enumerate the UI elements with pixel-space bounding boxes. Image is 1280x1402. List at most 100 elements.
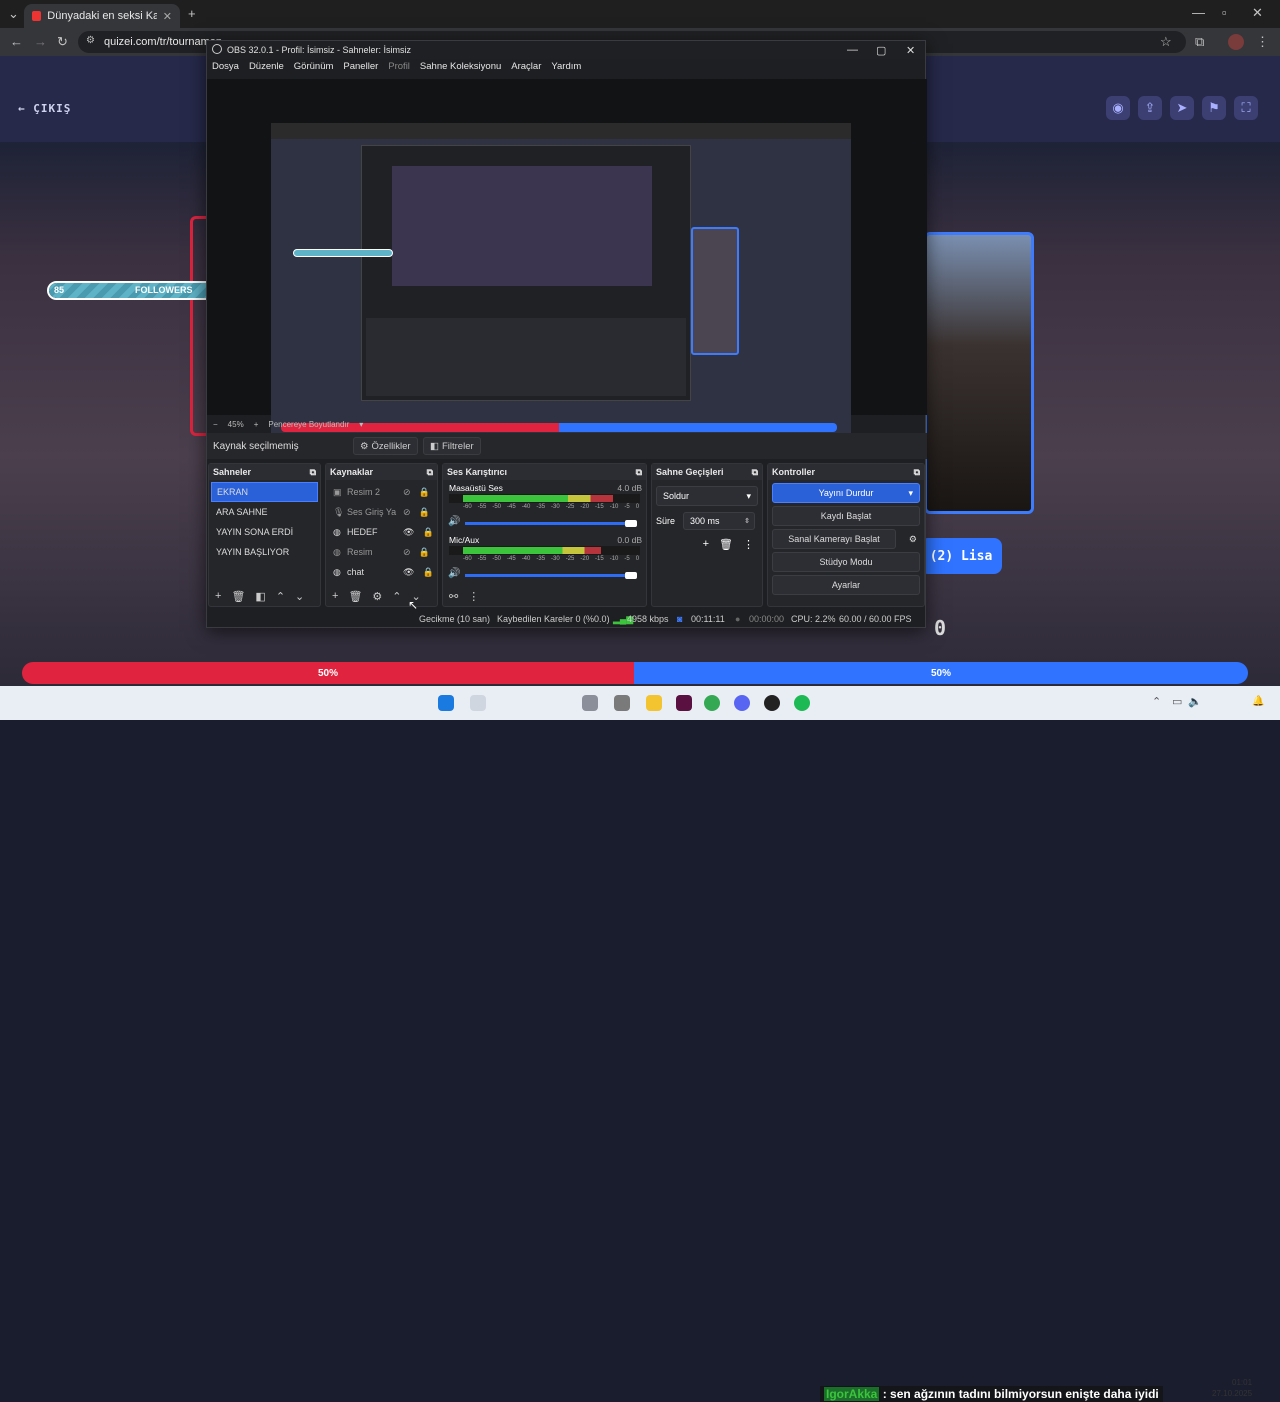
search-icon[interactable] [470, 695, 486, 711]
app-icon[interactable] [582, 695, 598, 711]
choice-button[interactable]: (2) Lisa [920, 538, 1002, 574]
volume-slider[interactable] [465, 522, 633, 525]
menu-sahne-koleksiyonu[interactable]: Sahne Koleksiyonu [420, 61, 501, 77]
reload-icon[interactable]: ↻ [57, 34, 68, 50]
bookmark-star-icon[interactable]: ☆ [1160, 34, 1172, 50]
lock-icon[interactable]: 🔒 [419, 487, 430, 498]
menu-araclar[interactable]: Araçlar [511, 61, 541, 77]
eye-hidden-icon[interactable]: ⊘ [403, 547, 411, 558]
source-item[interactable]: ◍ Resim ⊘ 🔒 [328, 542, 435, 562]
dock-undock-icon[interactable]: ⧉ [636, 467, 642, 478]
zoom-dropdown-icon[interactable]: ▾ [359, 420, 363, 429]
move-up-icon[interactable]: ⌃ [276, 590, 285, 603]
tab-list-icon[interactable]: ⌄ [8, 6, 19, 22]
more-icon[interactable]: ⋮ [743, 538, 754, 551]
scene-item[interactable]: ARA SAHNE [211, 502, 318, 522]
volume-icon[interactable]: 🔈 [1188, 695, 1202, 708]
eye-icon[interactable]: 👁 [403, 527, 414, 538]
gear-icon[interactable]: ⚙ [909, 534, 917, 545]
flag-icon[interactable]: ⚑ [1202, 96, 1226, 120]
menu-duzenle[interactable]: Düzenle [249, 61, 284, 77]
site-info-icon[interactable]: ⚙ [86, 35, 95, 46]
dock-undock-icon[interactable]: ⧉ [914, 467, 920, 478]
obs-preview[interactable] [207, 79, 927, 449]
folder-icon[interactable] [646, 695, 662, 711]
transition-select[interactable]: Soldur ▾ [656, 486, 758, 506]
scene-item[interactable]: EKRAN [211, 482, 318, 502]
studio-mode-button[interactable]: Stüdyo Modu [772, 552, 920, 572]
speaker-icon[interactable]: 🔊 [448, 516, 460, 527]
browser-tab[interactable]: Dünyadaki en seksi Kadın kim ... ✕ [24, 4, 180, 28]
close-window-icon[interactable]: ✕ [1252, 5, 1263, 21]
menu-profil[interactable]: Profil [388, 61, 410, 77]
link-icon[interactable]: ⚯ [449, 590, 458, 603]
chrome-icon[interactable] [704, 695, 720, 711]
exit-link[interactable]: ← ÇIKIŞ [18, 102, 71, 115]
trash-icon[interactable]: 🗑 [231, 590, 245, 603]
menu-yardim[interactable]: Yardım [551, 61, 581, 77]
add-icon[interactable]: + [215, 590, 221, 602]
filters-button[interactable]: ◧ Filtreler [423, 437, 481, 455]
zoom-in-icon[interactable]: + [254, 420, 259, 429]
spotify-icon[interactable] [794, 695, 810, 711]
source-item[interactable]: 🎙 Ses Giriş Ya ⊘ 🔒 [328, 502, 435, 522]
settings-button[interactable]: Ayarlar [772, 575, 920, 595]
scene-item[interactable]: YAYIN SONA ERDİ [211, 522, 318, 542]
close-tab-icon[interactable]: ✕ [163, 10, 172, 23]
duration-input[interactable]: 300 ms ⇳ [683, 512, 756, 530]
dock-undock-icon[interactable]: ⧉ [427, 467, 433, 478]
obs-minimize-icon[interactable]: — [847, 44, 858, 56]
windows-start-icon[interactable] [438, 695, 454, 711]
tray-icon[interactable]: ⌃ [1152, 695, 1161, 708]
menu-paneller[interactable]: Paneller [343, 61, 378, 77]
menu-gorunum[interactable]: Görünüm [294, 61, 334, 77]
right-choice-image[interactable] [924, 232, 1034, 514]
move-up-icon[interactable]: ⌃ [392, 590, 401, 603]
start-recording-button[interactable]: Kaydı Başlat [772, 506, 920, 526]
trash-icon[interactable]: 🗑 [719, 538, 733, 551]
move-down-icon[interactable]: ⌄ [295, 590, 304, 603]
taskview-icon[interactable] [614, 695, 630, 711]
maximize-icon[interactable]: ▫ [1222, 5, 1227, 20]
discord-icon[interactable] [734, 695, 750, 711]
lock-icon[interactable]: 🔒 [422, 567, 433, 578]
source-item[interactable]: ◍ HEDEF 👁 🔒 [328, 522, 435, 542]
obs-maximize-icon[interactable]: ▢ [876, 44, 886, 57]
share-icon[interactable]: ⇪ [1138, 96, 1162, 120]
add-icon[interactable]: + [703, 538, 709, 551]
notification-icon[interactable]: 🔔 [1252, 696, 1264, 707]
send-icon[interactable]: ➤ [1170, 96, 1194, 120]
obs-close-icon[interactable]: ✕ [906, 44, 915, 57]
extensions-icon[interactable]: ⧉ [1195, 34, 1204, 50]
chevron-down-icon[interactable]: ▾ [908, 488, 913, 499]
gear-icon[interactable]: ⚙ [372, 590, 382, 603]
properties-button[interactable]: ⚙ Özellikler [353, 437, 418, 455]
zoom-mode[interactable]: Pencereye Boyutlandır [268, 420, 349, 429]
dock-undock-icon[interactable]: ⧉ [752, 467, 758, 478]
clock[interactable]: 01:01 27.10.2025 [1212, 1377, 1252, 1399]
dock-undock-icon[interactable]: ⧉ [310, 467, 316, 478]
speaker-icon[interactable]: 🔊 [448, 568, 460, 579]
add-icon[interactable]: + [332, 590, 338, 602]
network-icon[interactable]: ▭ [1172, 695, 1182, 708]
eye-hidden-icon[interactable]: ⊘ [403, 507, 411, 518]
volume-slider-knob[interactable] [625, 520, 637, 527]
app-icon[interactable] [676, 695, 692, 711]
filter-icon[interactable]: ◧ [255, 590, 265, 603]
zoom-out-icon[interactable]: − [213, 420, 218, 429]
forward-icon[interactable]: → [34, 34, 47, 49]
eye-icon[interactable]: 👁 [403, 567, 414, 578]
lock-icon[interactable]: 🔒 [422, 527, 433, 538]
fullscreen-icon[interactable]: ⛶ [1234, 96, 1258, 120]
new-tab-icon[interactable]: + [188, 6, 196, 21]
source-item[interactable]: ▣ Resim 2 ⊘ 🔒 [328, 482, 435, 502]
volume-slider[interactable] [465, 574, 633, 577]
profile-avatar[interactable] [1228, 34, 1244, 50]
eye-hidden-icon[interactable]: ⊘ [403, 487, 411, 498]
spinner-icon[interactable]: ⇳ [744, 517, 750, 525]
minimize-icon[interactable]: — [1192, 5, 1205, 20]
more-icon[interactable]: ⋮ [468, 590, 479, 603]
scene-item[interactable]: YAYIN BAŞLIYOR [211, 542, 318, 562]
obs-icon[interactable] [764, 695, 780, 711]
lock-icon[interactable]: 🔒 [419, 547, 430, 558]
